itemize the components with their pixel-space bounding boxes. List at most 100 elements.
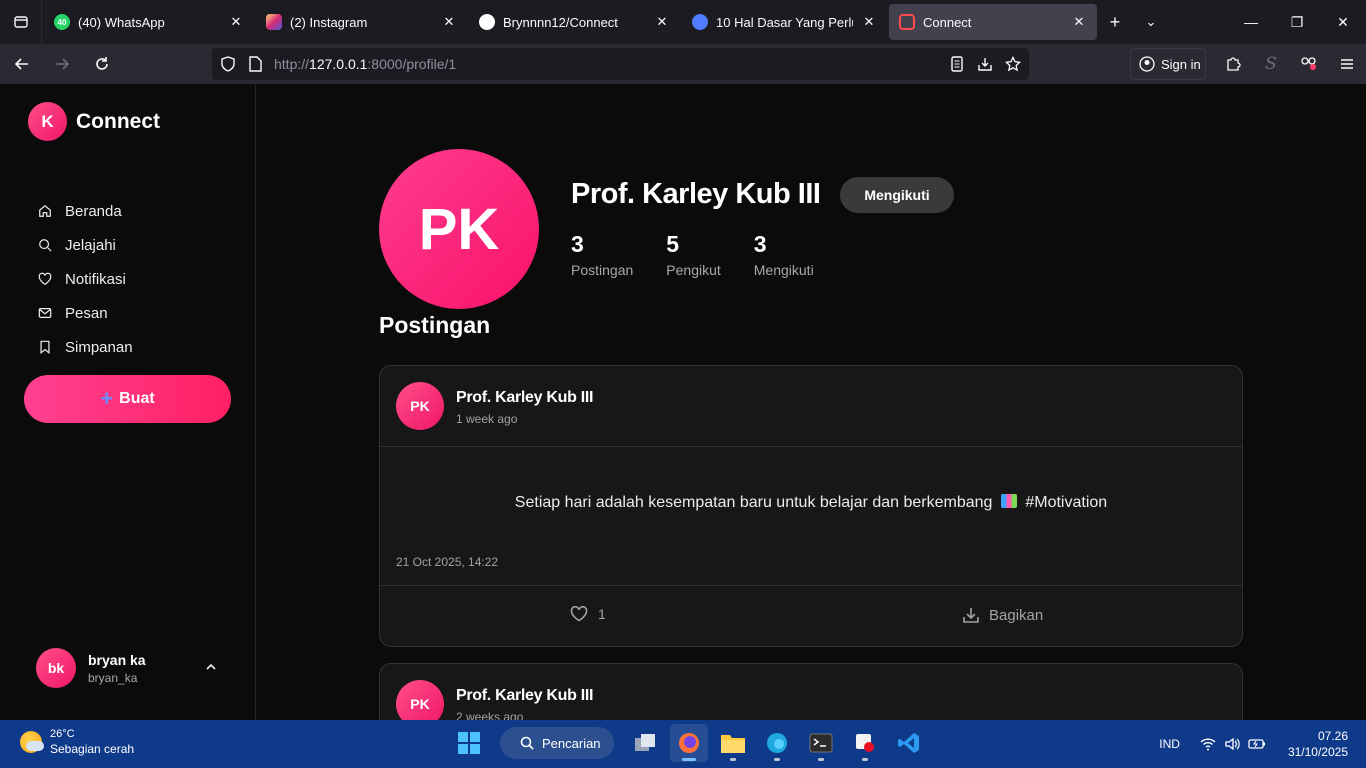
sidebar-item-notifikasi[interactable]: Notifikasi [38, 262, 133, 296]
tab-instagram[interactable]: (2) Instagram ✕ [256, 4, 467, 40]
weather-temp: 26°C [50, 728, 75, 740]
bookmark-star-icon[interactable] [1005, 56, 1021, 72]
task-view-button[interactable] [626, 724, 664, 762]
instagram-icon [266, 14, 282, 30]
tab-whatsapp[interactable]: 40 (40) WhatsApp ✕ [44, 4, 254, 40]
heart-icon [570, 606, 588, 622]
close-tab-icon[interactable]: ✕ [1071, 14, 1087, 30]
stat-label: Pengikut [666, 262, 721, 278]
current-user-menu[interactable]: bk bryan ka bryan_ka [36, 648, 226, 688]
post-author[interactable]: Prof. Karley Kub III [456, 687, 593, 705]
save-to-pocket-icon[interactable] [977, 56, 993, 72]
chevron-up-icon[interactable] [204, 660, 218, 674]
clock-date: 31/10/2025 [1287, 745, 1348, 759]
post-date: 21 Oct 2025, 14:22 [396, 555, 499, 569]
close-tab-icon[interactable]: ✕ [861, 14, 877, 30]
tab-connect[interactable]: Connect ✕ [889, 4, 1097, 40]
tab-github[interactable]: Brynnnn12/Connect ✕ [469, 4, 680, 40]
battery-icon [1248, 739, 1265, 749]
brand-logo-link[interactable]: K Connect [28, 102, 160, 141]
vscode-button[interactable] [890, 724, 928, 762]
sidebar-item-label: Simpanan [65, 338, 133, 356]
url-bar[interactable]: http://127.0.0.1:8000/profile/1 [212, 48, 1029, 80]
forward-button[interactable] [44, 48, 80, 80]
heart-icon [38, 272, 52, 285]
account-icon [1139, 56, 1155, 72]
post-text-main: Setiap hari adalah kesempatan baru untuk… [514, 494, 993, 511]
stat-label: Postingan [571, 262, 634, 278]
quick-settings[interactable] [1200, 737, 1266, 751]
hashtag-link[interactable]: #Motivation [1025, 494, 1107, 511]
tab-title: Brynnnn12/Connect [503, 14, 618, 30]
post-author[interactable]: Prof. Karley Kub III [456, 389, 593, 407]
reader-view-icon[interactable] [949, 56, 965, 72]
new-tab-button[interactable]: + [1097, 4, 1133, 40]
browser-nav-bar: http://127.0.0.1:8000/profile/1 Sign in … [0, 44, 1366, 84]
post-actions: 1 Bagikan [380, 586, 1242, 646]
sidebar-item-simpanan[interactable]: Simpanan [38, 330, 133, 364]
avatar[interactable]: PK [396, 382, 444, 430]
brand-logo: K [28, 102, 67, 141]
tab-article[interactable]: 10 Hal Dasar Yang Perlu Dipe ✕ [682, 4, 887, 40]
post-body: Setiap hari adalah kesempatan baru untuk… [380, 447, 1242, 586]
sidebar-item-label: Notifikasi [65, 270, 126, 288]
download-icon [963, 608, 979, 623]
edge-button[interactable] [758, 724, 796, 762]
firefox-taskbar-button[interactable] [670, 724, 708, 762]
stat-following[interactable]: 3 Mengikuti [754, 231, 814, 278]
sidebar-item-pesan[interactable]: Pesan [38, 296, 133, 330]
close-tab-icon[interactable]: ✕ [441, 14, 457, 30]
tab-title: (2) Instagram [290, 14, 368, 30]
user-name: bryan ka [88, 651, 146, 668]
start-button[interactable] [450, 724, 488, 762]
taskbar-search[interactable]: Pencarian [500, 727, 614, 759]
extension-s-button[interactable]: S [1252, 54, 1290, 74]
input-language[interactable]: IND [1159, 737, 1180, 751]
sidebar-item-jelajahi[interactable]: Jelajahi [38, 228, 133, 262]
close-tab-icon[interactable]: ✕ [228, 14, 244, 30]
close-tab-icon[interactable]: ✕ [654, 14, 670, 30]
weather-desc: Sebagian cerah [50, 742, 135, 756]
restore-button[interactable]: ❐ [1274, 0, 1320, 44]
extensions-button[interactable] [1214, 56, 1252, 72]
sign-in-label: Sign in [1161, 56, 1201, 72]
article-icon [692, 14, 708, 30]
clock[interactable]: 07.26 31/10/2025 [1288, 728, 1348, 760]
app-menu-button[interactable] [1328, 56, 1366, 72]
sign-in-button[interactable]: Sign in [1130, 48, 1206, 80]
following-button[interactable]: Mengikuti [840, 177, 954, 213]
minimize-button[interactable]: — [1228, 0, 1274, 44]
clock-time: 07.26 [1317, 729, 1348, 743]
back-button[interactable] [4, 48, 40, 80]
stat-posts: 3 Postingan [571, 231, 633, 278]
snipping-tool-button[interactable] [846, 724, 884, 762]
restore-icon: ❐ [1290, 13, 1304, 30]
firefox-view-button[interactable] [0, 0, 42, 44]
close-window-button[interactable]: ✕ [1320, 0, 1366, 44]
sidebar-item-beranda[interactable]: Beranda [38, 194, 133, 228]
shield-icon [221, 56, 235, 72]
active-indicator [682, 758, 696, 761]
volume-icon [1225, 737, 1240, 751]
whatsapp-icon: 40 [54, 14, 70, 30]
like-button[interactable]: 1 [570, 606, 606, 622]
share-button[interactable]: Bagikan [962, 606, 1043, 624]
task-view-icon [635, 734, 655, 751]
weather-widget[interactable]: 26°C Sebagian cerah [20, 728, 134, 756]
list-all-tabs-button[interactable]: ⌄ [1133, 4, 1169, 40]
running-indicator [862, 758, 868, 761]
reload-button[interactable] [84, 48, 120, 80]
tab-title: (40) WhatsApp [78, 14, 165, 30]
like-count: 1 [598, 606, 606, 622]
create-post-button[interactable]: + Buat [24, 375, 231, 423]
stat-value: 3 [753, 231, 767, 257]
stat-followers[interactable]: 5 Pengikut [666, 231, 720, 278]
extension-tool-button[interactable] [1290, 56, 1328, 72]
profile-name: Prof. Karley Kub III [571, 178, 821, 210]
terminal-button[interactable] [802, 724, 840, 762]
home-icon [39, 204, 51, 217]
section-title: Postingan [379, 312, 491, 338]
file-explorer-button[interactable] [714, 724, 752, 762]
system-tray: IND 07.26 31/10/2025 [1159, 720, 1366, 768]
sidebar-item-label: Jelajahi [65, 236, 116, 254]
